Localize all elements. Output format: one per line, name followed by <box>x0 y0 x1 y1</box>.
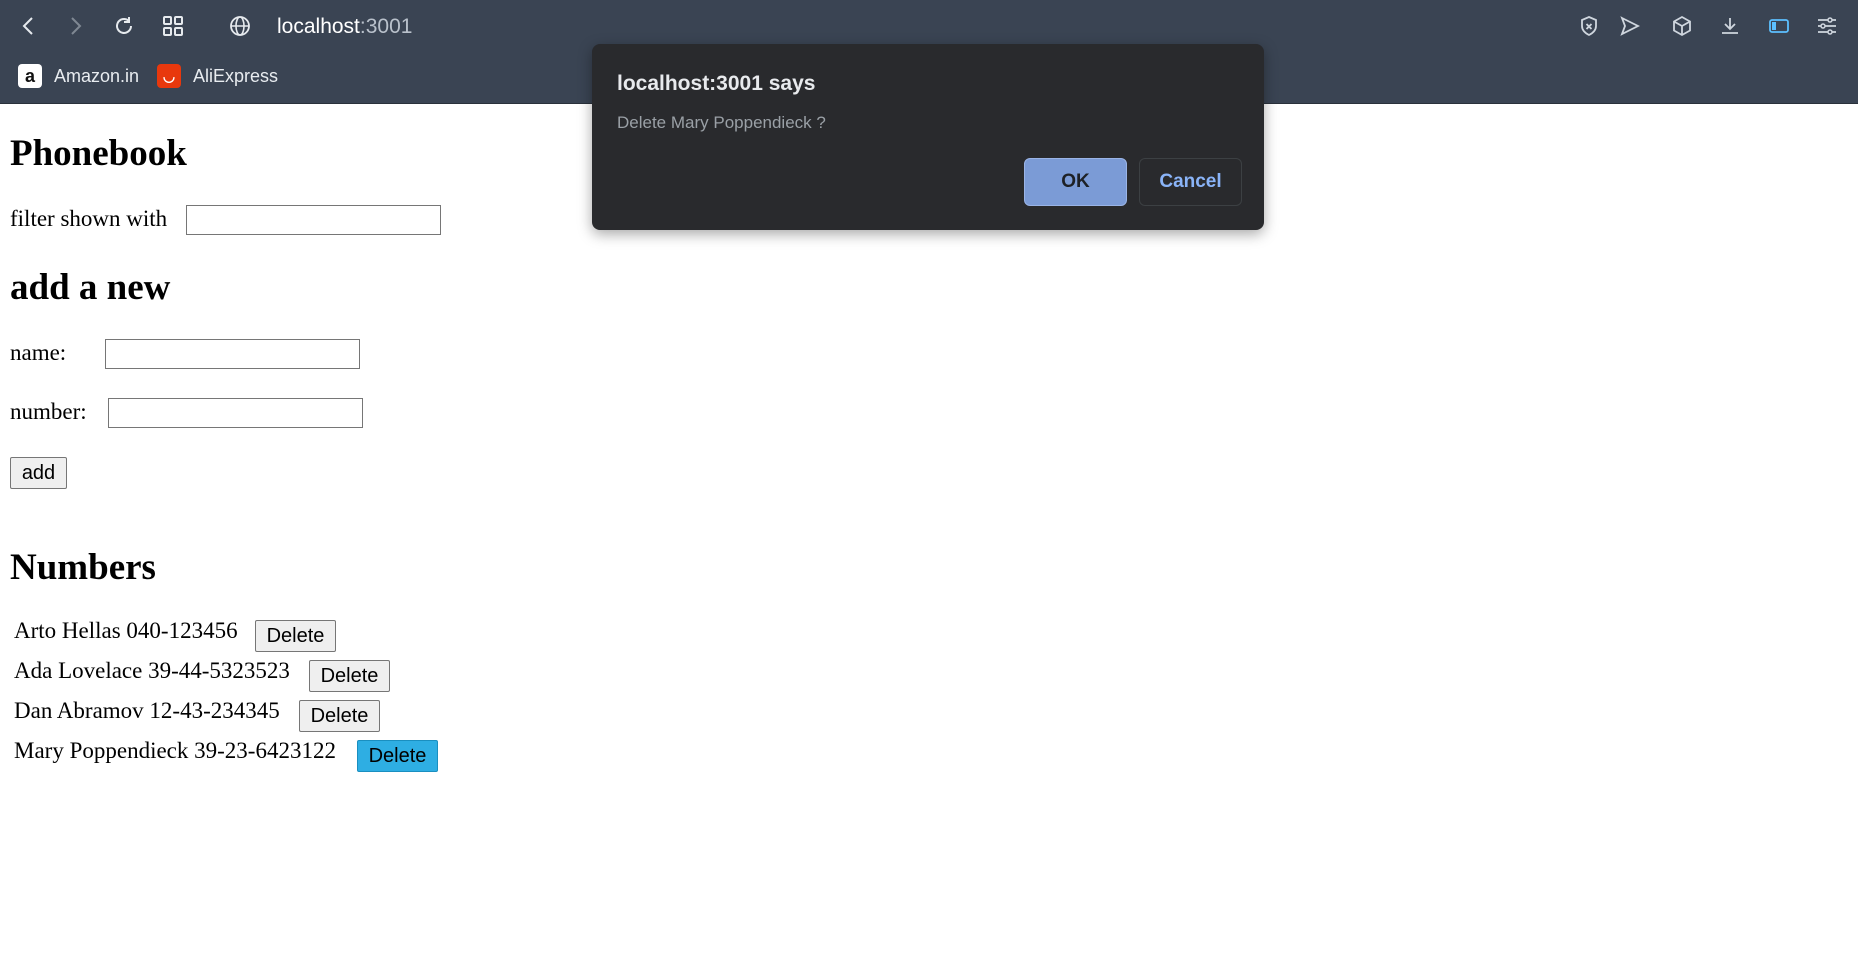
url-host: localhost <box>277 15 360 38</box>
sidebar-icon[interactable] <box>1761 10 1797 42</box>
filter-input[interactable] <box>186 205 441 235</box>
delete-button[interactable]: Delete <box>309 660 390 692</box>
list-item: Dan Abramov 12-43-234345 <box>14 698 280 724</box>
delete-button[interactable]: Delete <box>357 740 438 772</box>
address-bar[interactable]: localhost:3001 <box>277 12 412 42</box>
delete-button[interactable]: Delete <box>299 700 380 732</box>
amazon-icon: a <box>18 64 42 88</box>
entry-text: Mary Poppendieck 39-23-6423122 <box>14 738 336 763</box>
forward-icon[interactable] <box>57 10 93 42</box>
reload-icon[interactable] <box>106 10 142 42</box>
send-icon[interactable] <box>1612 10 1648 42</box>
entry-text: Arto Hellas 040-123456 <box>14 618 238 643</box>
bookmark-amazon[interactable]: a Amazon.in <box>18 58 139 94</box>
cube-icon[interactable] <box>1664 10 1700 42</box>
number-label: number: <box>10 399 87 424</box>
numbers-heading: Numbers <box>10 547 156 588</box>
list-item: Ada Lovelace 39-44-5323523 <box>14 658 290 684</box>
bookmark-aliexpress[interactable]: ◡ AliExpress <box>157 58 278 94</box>
dialog-title: localhost:3001 says <box>617 72 816 95</box>
list-item: Arto Hellas 040-123456 <box>14 618 238 644</box>
download-icon[interactable] <box>1712 10 1748 42</box>
confirm-dialog: localhost:3001 says Delete Mary Poppendi… <box>592 44 1264 230</box>
ok-button[interactable]: OK <box>1024 158 1127 206</box>
entry-text: Ada Lovelace 39-44-5323523 <box>14 658 290 683</box>
filter-label: filter shown with <box>10 206 168 231</box>
name-label: name: <box>10 340 67 365</box>
name-input[interactable] <box>105 339 360 369</box>
url-port: :3001 <box>359 15 413 38</box>
menu-icon[interactable] <box>1809 10 1845 42</box>
globe-icon[interactable] <box>222 10 258 42</box>
add-new-heading: add a new <box>10 267 171 308</box>
page-content: Phonebook filter shown with add a new na… <box>0 104 1858 971</box>
cancel-button[interactable]: Cancel <box>1139 158 1242 206</box>
delete-button[interactable]: Delete <box>255 620 336 652</box>
bookmark-label: AliExpress <box>193 65 279 86</box>
entry-text: Dan Abramov 12-43-234345 <box>14 698 280 723</box>
number-input[interactable] <box>108 398 363 428</box>
list-item: Mary Poppendieck 39-23-6423122 <box>14 738 336 764</box>
shield-icon[interactable] <box>1571 10 1607 42</box>
page-title: Phonebook <box>10 133 187 174</box>
aliexpress-icon: ◡ <box>157 64 181 88</box>
dialog-message: Delete Mary Poppendieck ? <box>617 113 826 132</box>
tabs-grid-icon[interactable] <box>155 10 191 42</box>
back-icon[interactable] <box>11 10 47 42</box>
add-button[interactable]: add <box>10 457 67 489</box>
bookmark-label: Amazon.in <box>54 65 140 86</box>
